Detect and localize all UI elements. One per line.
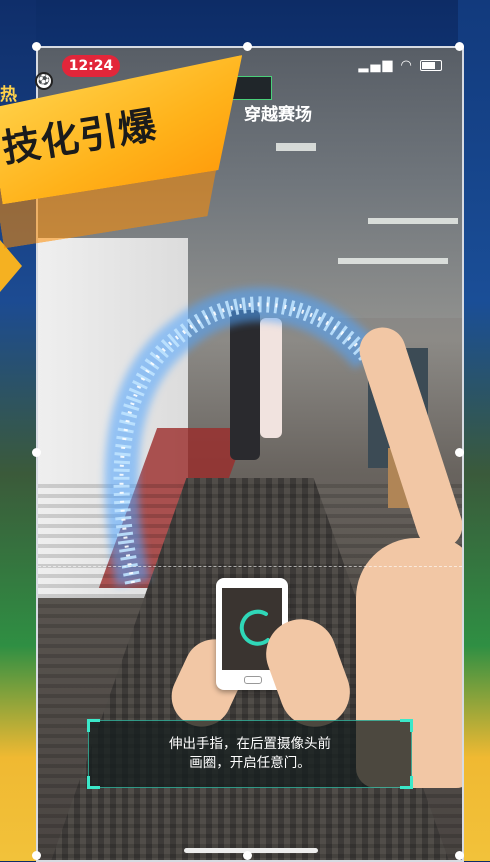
ceiling-light xyxy=(368,218,458,224)
promo-hot-text: 热 xyxy=(0,85,17,105)
crop-handle[interactable] xyxy=(455,448,464,457)
crop-handle[interactable] xyxy=(32,851,41,860)
ar-portal-effect xyxy=(104,287,382,587)
crop-handle[interactable] xyxy=(243,42,252,51)
football-icon: ⚽ xyxy=(35,72,53,90)
wifi-icon: ◠ xyxy=(400,58,414,73)
crop-handle[interactable] xyxy=(455,42,464,51)
ceiling-light xyxy=(276,143,316,151)
crop-handle[interactable] xyxy=(32,448,41,457)
crop-handle[interactable] xyxy=(32,42,41,51)
instruction-box: 伸出手指，在后置摄像头前 画圈，开启任意门。 xyxy=(87,719,413,789)
guide-line xyxy=(38,566,462,567)
decor-arrow xyxy=(0,240,22,292)
signal-icon: ▂▄▆ xyxy=(358,58,395,73)
battery-icon xyxy=(420,60,442,71)
instruction-text: 伸出手指，在后置摄像头前 画圈，开启任意门。 xyxy=(169,736,331,771)
gesture-guide xyxy=(161,578,368,737)
page-title: 穿越赛场 xyxy=(244,105,312,125)
status-time: 12:24 xyxy=(62,55,120,77)
status-icons: ▂▄▆ ◠ xyxy=(358,58,442,73)
crop-handle[interactable] xyxy=(243,851,252,860)
crop-handle[interactable] xyxy=(455,851,464,860)
